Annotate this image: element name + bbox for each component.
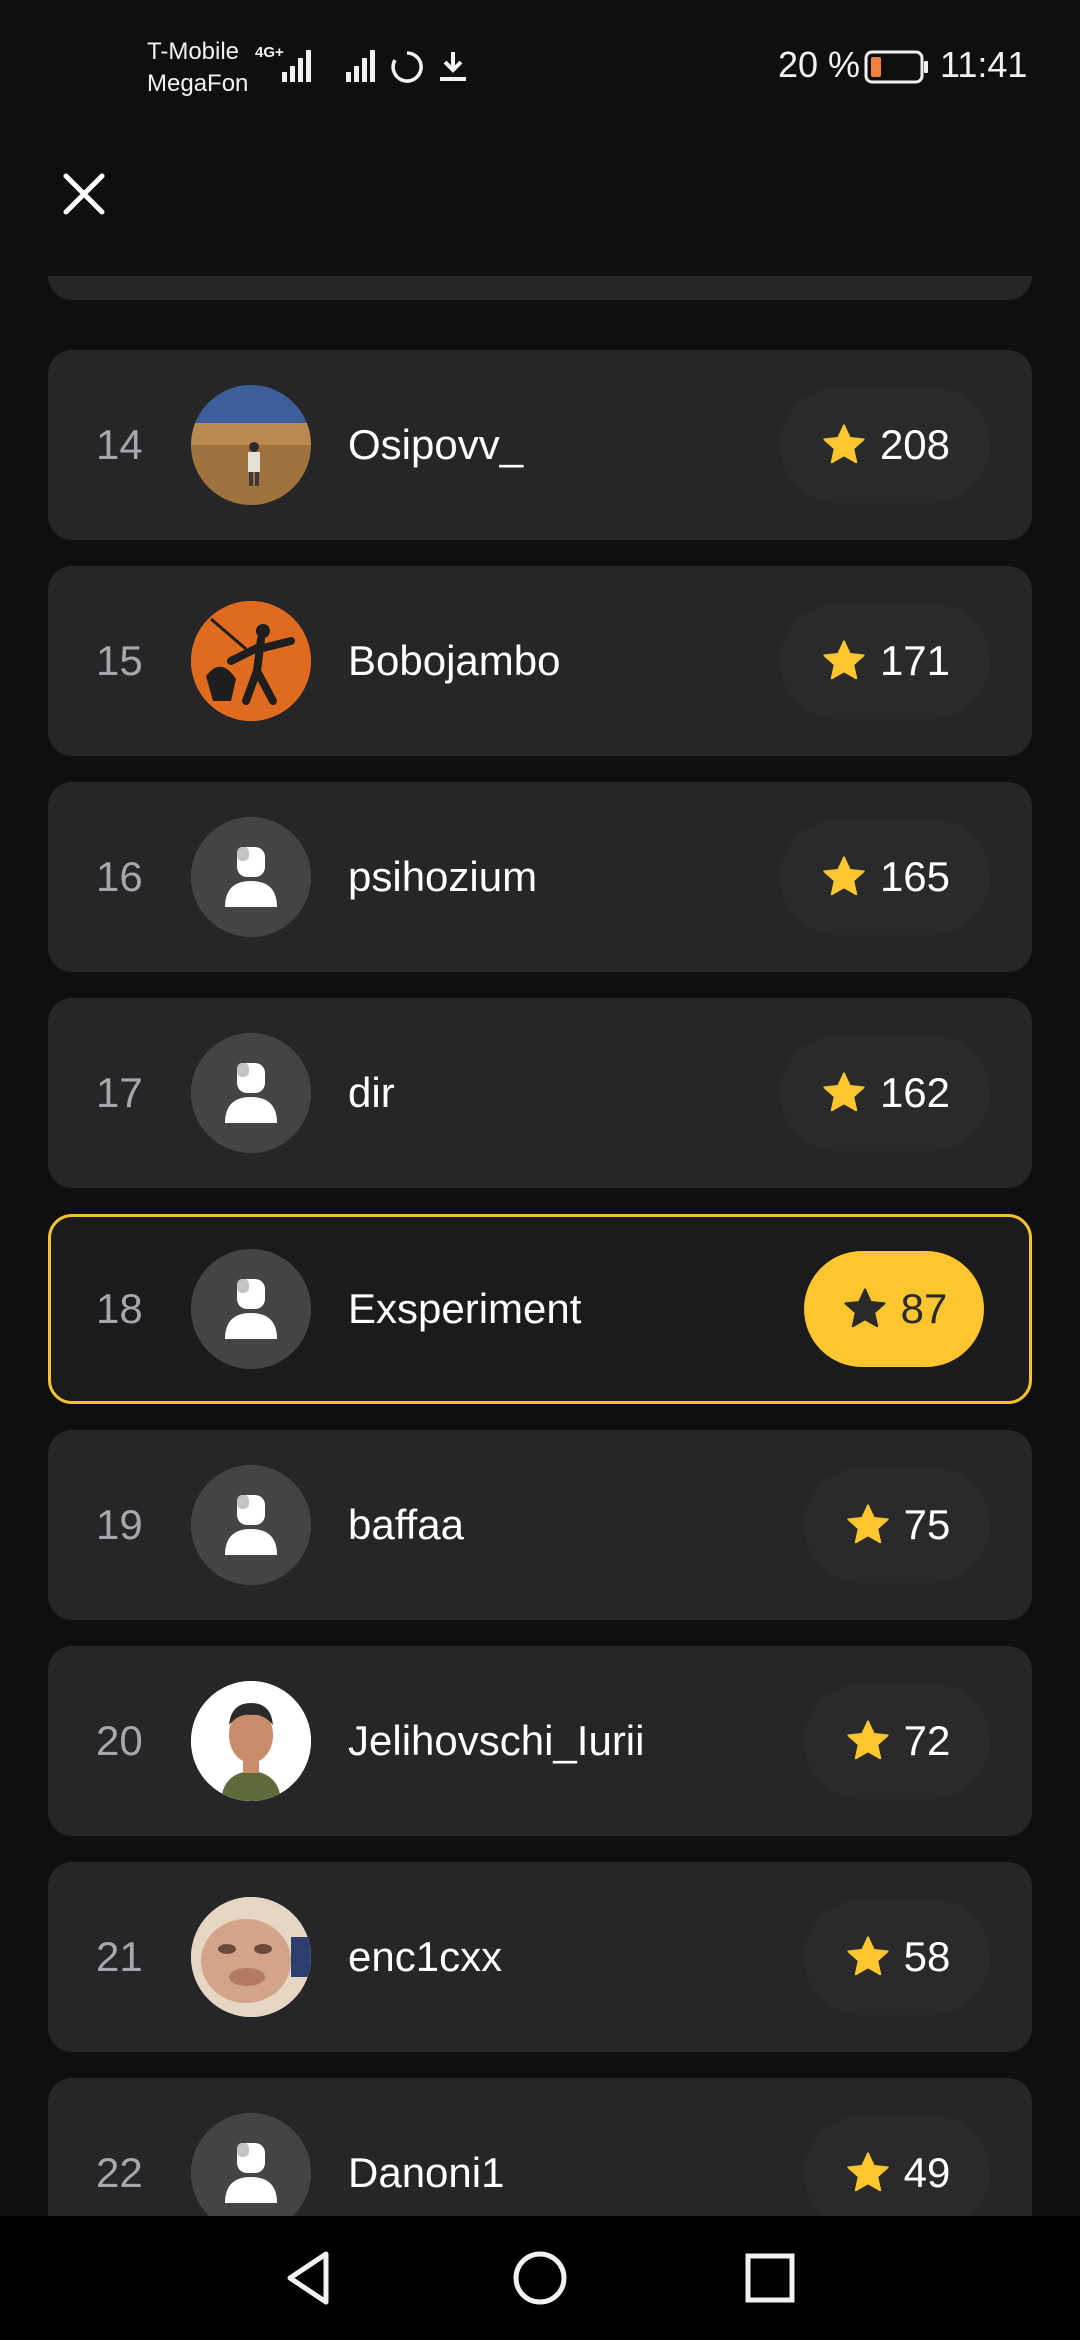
- star-icon: [847, 2152, 889, 2192]
- star-icon: [847, 1936, 889, 1976]
- leaderboard-row[interactable]: 22 Danoni1 49: [48, 2078, 1032, 2216]
- score-badge: 49: [804, 2115, 990, 2216]
- leaderboard-row-partial: [48, 276, 1032, 300]
- home-circle-icon[interactable]: [508, 2246, 572, 2310]
- star-icon: [823, 1072, 865, 1112]
- score-value: 75: [903, 1501, 951, 1548]
- system-nav-bar: [0, 2216, 1080, 2340]
- score-value: 162: [879, 1069, 951, 1116]
- rank: 18: [96, 1285, 143, 1332]
- leaderboard-row[interactable]: 17 dir 162: [48, 998, 1032, 1188]
- score-badge: 162: [780, 1035, 990, 1151]
- avatar[interactable]: [191, 1681, 311, 1801]
- rank: 17: [96, 1069, 143, 1116]
- score-badge: 87: [804, 1251, 984, 1367]
- rank: 16: [96, 853, 143, 900]
- score-badge: 75: [804, 1467, 990, 1583]
- photo-desert-avatar: [191, 385, 311, 505]
- username: baffaa: [348, 1501, 465, 1548]
- avatar[interactable]: [191, 1033, 311, 1153]
- leaderboard-row[interactable]: 19 baffaa 75: [48, 1430, 1032, 1620]
- clock: 11:41: [940, 44, 1028, 85]
- score-value: 165: [879, 853, 951, 900]
- username: enc1cxx: [348, 1933, 503, 1980]
- rank: 19: [96, 1501, 143, 1548]
- carrier-1: T-Mobile: [147, 38, 240, 65]
- leaderboard-row[interactable]: 21 enc1cxx 58: [48, 1862, 1032, 2052]
- score-badge: 165: [780, 819, 990, 935]
- score-value: 49: [903, 2149, 951, 2196]
- default-user-icon: [191, 817, 311, 937]
- avatar[interactable]: [191, 385, 311, 505]
- star-icon: [847, 1720, 889, 1760]
- status-bar: T-Mobile MegaFon 4G+ 20 % 11:41: [0, 0, 1080, 120]
- star-icon: [847, 1504, 889, 1544]
- sync-icon: [391, 51, 423, 83]
- username: Danoni1: [348, 2149, 505, 2196]
- avatar[interactable]: [191, 1249, 311, 1369]
- star-icon: [823, 640, 865, 680]
- back-triangle-icon[interactable]: [276, 2246, 340, 2310]
- avatar[interactable]: [191, 1897, 311, 2017]
- rank: 15: [96, 637, 143, 684]
- close-button[interactable]: [48, 158, 120, 230]
- username: psihozium: [348, 853, 538, 900]
- download-icon: [440, 52, 466, 81]
- rank: 20: [96, 1717, 143, 1764]
- leaderboard-row[interactable]: 20 Jelihovschi_Iurii 72: [48, 1646, 1032, 1836]
- avatar[interactable]: [191, 2113, 311, 2216]
- score-value: 72: [903, 1717, 951, 1764]
- default-user-icon: [191, 2113, 311, 2216]
- score-value: 171: [879, 637, 951, 684]
- carrier-2: MegaFon: [147, 70, 249, 97]
- battery-percent: 20 %: [778, 44, 861, 85]
- default-user-icon: [191, 1249, 311, 1369]
- screen: T-Mobile MegaFon 4G+ 20 % 11:41 14 Osipo…: [0, 0, 1080, 2340]
- star-icon: [823, 424, 865, 464]
- rank: 21: [96, 1933, 143, 1980]
- score-badge: 208: [780, 387, 990, 503]
- score-value: 208: [879, 421, 951, 468]
- default-user-icon: [191, 1033, 311, 1153]
- username: Bobojambo: [348, 637, 561, 684]
- avatar[interactable]: [191, 817, 311, 937]
- rank: 14: [96, 421, 143, 468]
- battery-icon: [864, 50, 928, 84]
- close-icon: [63, 173, 105, 215]
- recents-square-icon[interactable]: [738, 2246, 802, 2310]
- photo-orange-avatar: [191, 601, 311, 721]
- leaderboard-row[interactable]: 16 psihozium 165: [48, 782, 1032, 972]
- avatar[interactable]: [191, 1465, 311, 1585]
- avatar[interactable]: [191, 601, 311, 721]
- star-icon: [844, 1288, 886, 1328]
- score-badge: 72: [804, 1683, 990, 1799]
- leaderboard-row[interactable]: 14 Osipovv_ 208: [48, 350, 1032, 540]
- signal-icon-2: [346, 50, 375, 82]
- score-value: 87: [900, 1285, 948, 1332]
- username: dir: [348, 1069, 395, 1116]
- star-icon: [823, 856, 865, 896]
- leaderboard-row[interactable]: 15 Bobojambo 171: [48, 566, 1032, 756]
- username: Osipovv_: [348, 421, 524, 468]
- score-badge: 58: [804, 1899, 990, 2015]
- photo-portrait-avatar: [191, 1681, 311, 1801]
- score-badge: 171: [780, 603, 990, 719]
- carrier-info: T-Mobile MegaFon: [147, 36, 248, 100]
- leaderboard-list[interactable]: 14 Osipovv_ 208 15 Bobojambo 171 16 psih…: [0, 276, 1080, 2216]
- username: Exsperiment: [348, 1285, 582, 1332]
- leaderboard-row-current-user[interactable]: 18 Exsperiment 87: [48, 1214, 1032, 1404]
- default-user-icon: [191, 1465, 311, 1585]
- username: Jelihovschi_Iurii: [348, 1717, 645, 1764]
- score-value: 58: [903, 1933, 951, 1980]
- rank: 22: [96, 2149, 143, 2196]
- signal-icon: [282, 50, 311, 82]
- photo-face-avatar: [191, 1897, 311, 2017]
